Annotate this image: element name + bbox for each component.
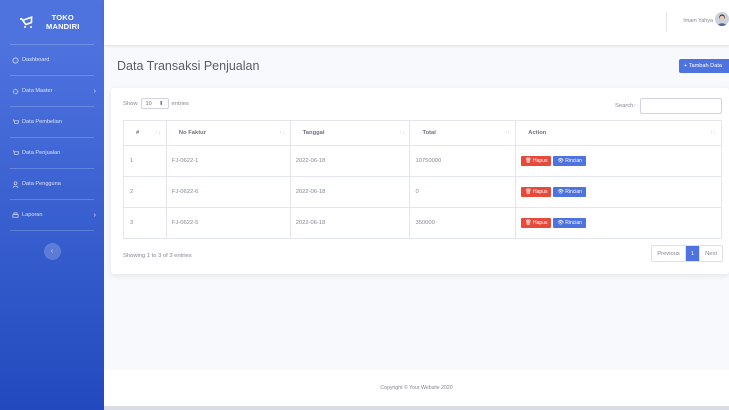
sort-icon: ↑↓ <box>504 130 511 136</box>
sidebar-item-label: Data Master <box>22 88 53 94</box>
trash-icon: 🗑 <box>525 158 532 164</box>
sidebar-item-data-penjualan[interactable]: Data Penjualan <box>0 138 104 168</box>
column-header-tanggal[interactable]: Tanggal ↑↓ <box>289 120 411 146</box>
sidebar-item-label: Data Pengguna <box>22 181 61 187</box>
cell-no-faktur: FJ-0622-5 <box>165 207 291 239</box>
rincian-button[interactable]: 👁 Rincian <box>553 187 586 197</box>
pagination-next[interactable]: Next <box>699 246 722 261</box>
cart-logo-icon <box>20 15 33 28</box>
table-header-row: # ↑↓ No Faktur ↑↓ Tanggal ↑↓ Total ↑↓ Action… <box>123 120 722 146</box>
print-icon <box>12 211 19 218</box>
table-info: Showing 1 to 3 of 3 entries <box>123 253 192 259</box>
topbar: Imam Yahya <box>104 0 729 45</box>
column-header-total[interactable]: Total ↑↓ <box>409 120 517 146</box>
trash-icon: 🗑 <box>525 189 532 195</box>
cell-action: 🗑 Hapus 👁 Rincian <box>515 145 722 177</box>
brand-name: TOKO MANDIRI <box>46 13 79 31</box>
sidebar-toggle-button[interactable]: ‹ <box>43 243 61 260</box>
rincian-button[interactable]: 👁 Rincian <box>553 218 586 228</box>
sidebar-item-label: Data Penjualan <box>22 150 61 156</box>
chevron-right-icon: › <box>93 87 96 95</box>
search-input[interactable] <box>640 98 722 114</box>
sidebar-item-data-master[interactable]: Data Master › <box>0 76 104 106</box>
sidebar-divider <box>10 230 94 231</box>
eye-icon: 👁 <box>557 158 564 164</box>
cell-number: 3 <box>123 207 167 239</box>
cell-no-faktur: FJ-0622-6 <box>165 176 291 208</box>
sidebar-item-laporan[interactable]: Laporan › <box>0 200 104 230</box>
cell-tanggal: 2022-06-18 <box>289 207 411 239</box>
sidebar-item-data-pengguna[interactable]: Data Pengguna <box>0 169 104 199</box>
cell-number: 2 <box>123 176 167 208</box>
user-icon <box>12 180 19 188</box>
page-title: Data Transaksi Penjualan <box>117 59 260 73</box>
sidebar-item-label: Data Pembelian <box>22 119 62 125</box>
cart-icon <box>12 149 19 155</box>
dashboard-icon <box>12 56 19 64</box>
table-row: 3 FJ-0622-5 2022-06-18 350000 🗑 Hapus 👁 … <box>123 207 722 239</box>
footer: Copyright © Your Website 2020 <box>104 370 729 406</box>
sidebar-item-dashboard[interactable]: Dashboard <box>0 45 104 75</box>
show-label: Show <box>123 100 138 107</box>
brand-line1: TOKO <box>51 13 74 22</box>
pagination: Previous 1 Next <box>651 245 723 262</box>
gear-icon <box>12 88 19 94</box>
rincian-button[interactable]: 👁 Rincian <box>553 156 586 166</box>
hapus-button[interactable]: 🗑 Hapus <box>521 218 552 228</box>
eye-icon: 👁 <box>557 189 564 195</box>
sort-icon: ↑↓ <box>279 130 285 136</box>
trash-icon: 🗑 <box>525 220 532 226</box>
hapus-button[interactable]: 🗑 Hapus <box>521 156 552 166</box>
cell-total: 10750000 <box>409 145 517 177</box>
sort-asc-icon: ↑↓ <box>155 130 161 136</box>
user-name[interactable]: Imam Yahya <box>683 18 713 24</box>
add-data-button[interactable]: + Tambah Data <box>679 59 729 73</box>
cell-number: 1 <box>123 145 167 177</box>
entries-select-value: 10 <box>145 100 152 107</box>
cell-tanggal: 2022-06-18 <box>289 176 411 208</box>
table-row: 1 FJ-0622-1 2022-06-18 10750000 🗑 Hapus … <box>123 145 722 177</box>
chevron-right-icon: › <box>93 211 96 219</box>
cart-icon <box>12 118 19 124</box>
search-label: Search: <box>615 103 635 109</box>
bottom-strip <box>104 406 729 410</box>
hapus-button[interactable]: 🗑 Hapus <box>521 187 552 197</box>
sort-icon: ↑↓ <box>398 130 405 136</box>
entries-select[interactable]: 10 ⬍ <box>140 98 169 109</box>
sidebar: TOKO MANDIRI Dashboard Data Master › Dat… <box>0 0 104 410</box>
brand-line2: MANDIRI <box>46 22 80 31</box>
sort-icon: ↑↓ <box>710 130 717 136</box>
sidebar-item-data-pembelian[interactable]: Data Pembelian <box>0 107 104 137</box>
table-card: Show 10 ⬍ entries Search: # ↑↓ No Faktur ↑… <box>111 88 729 274</box>
sales-table: # ↑↓ No Faktur ↑↓ Tanggal ↑↓ Total ↑↓ Action… <box>123 120 722 239</box>
eye-icon: 👁 <box>557 220 564 226</box>
cell-total: 350000 <box>409 207 517 239</box>
pagination-previous[interactable]: Previous <box>652 246 685 261</box>
cell-tanggal: 2022-06-18 <box>289 145 411 177</box>
search-control: Search: <box>615 98 722 114</box>
column-header-no-faktur[interactable]: No Faktur ↑↓ <box>165 120 291 146</box>
table-row: 2 FJ-0622-6 2022-06-18 0 🗑 Hapus 👁 Rinci… <box>123 176 722 208</box>
select-arrows-icon: ⬍ <box>158 100 164 107</box>
length-control: Show 10 ⬍ entries <box>123 98 189 109</box>
pagination-page-1[interactable]: 1 <box>684 246 700 261</box>
cell-total: 0 <box>409 176 517 208</box>
cell-no-faktur: FJ-0622-1 <box>165 145 291 177</box>
user-avatar-icon <box>716 14 728 26</box>
column-header-action[interactable]: Action ↑↓ <box>515 120 722 146</box>
entries-label: entries <box>171 100 189 107</box>
brand[interactable]: TOKO MANDIRI <box>0 0 104 44</box>
sidebar-item-label: Dashboard <box>22 57 50 63</box>
copyright-text: Copyright © Your Website 2020 <box>380 385 453 391</box>
column-header-number[interactable]: # ↑↓ <box>123 120 167 146</box>
topbar-divider <box>666 12 667 32</box>
cell-action: 🗑 Hapus 👁 Rincian <box>515 176 722 208</box>
cell-action: 🗑 Hapus 👁 Rincian <box>515 207 722 239</box>
sidebar-item-label: Laporan <box>22 212 43 218</box>
avatar[interactable] <box>715 12 729 26</box>
